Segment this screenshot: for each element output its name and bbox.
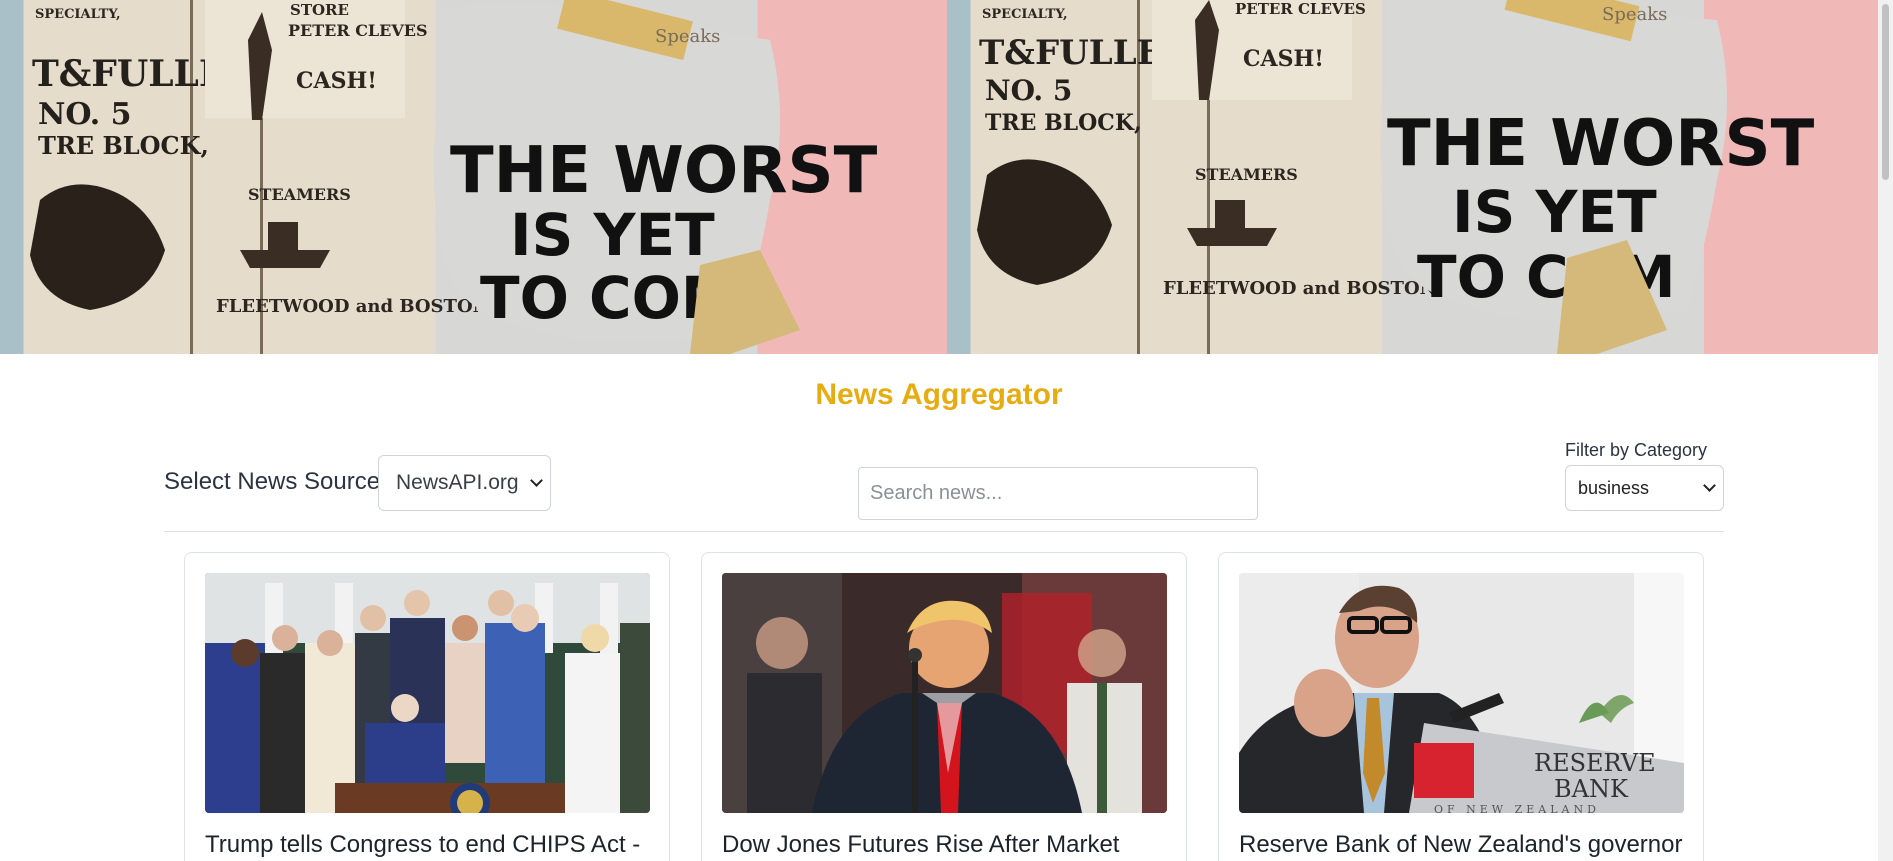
svg-text:CASH!: CASH!	[1243, 46, 1324, 72]
svg-text:TRE BLOCK,: TRE BLOCK,	[985, 110, 1142, 136]
svg-text:FLEETWOOD and BOSTONA: FLEETWOOD and BOSTONA	[1163, 278, 1451, 299]
svg-text:BANK: BANK	[1554, 775, 1629, 803]
page-scrollbar[interactable]	[1878, 0, 1893, 861]
svg-text:IS YET: IS YET	[510, 201, 715, 269]
controls-bar: Select News Source: NewsAPI.org Filter b…	[164, 440, 1724, 532]
search-input[interactable]	[858, 467, 1258, 520]
svg-text:THE WORST: THE WORST	[1387, 107, 1815, 181]
svg-text:NO. 5: NO. 5	[38, 97, 132, 132]
article-card[interactable]: Trump tells Congress to end CHIPS Act -	[184, 552, 670, 861]
page-title: News Aggregator	[815, 378, 1063, 411]
svg-text:RESERVE: RESERVE	[1534, 749, 1656, 777]
article-image[interactable]: RESERVE BANK OF NEW ZEALAND	[1239, 573, 1684, 813]
svg-text:PETER CLEVES: PETER CLEVES	[288, 21, 428, 40]
svg-text:TRE BLOCK,: TRE BLOCK,	[38, 131, 209, 160]
svg-text:IS YET: IS YET	[1452, 178, 1657, 246]
svg-text:SPECIALTY,: SPECIALTY,	[35, 7, 120, 22]
svg-text:Speaks: Speaks	[1602, 4, 1667, 25]
svg-text:PETER CLEVES: PETER CLEVES	[1235, 0, 1366, 18]
article-title[interactable]: Dow Jones Futures Rise After Market	[722, 831, 1172, 859]
category-filter-select[interactable]: business	[1565, 465, 1724, 511]
scrollbar-thumb[interactable]	[1882, 4, 1889, 180]
article-card[interactable]: Dow Jones Futures Rise After Market	[701, 552, 1187, 861]
category-filter-value: business	[1578, 477, 1650, 498]
svg-text:SPECIALTY,: SPECIALTY,	[982, 7, 1067, 22]
article-card[interactable]: RESERVE BANK OF NEW ZEALAND Reserve Bank…	[1218, 552, 1704, 861]
svg-text:STEAMERS: STEAMERS	[1195, 165, 1298, 184]
news-source-value: NewsAPI.org	[396, 471, 519, 494]
svg-text:FLEETWOOD and BOSTONA: FLEETWOOD and BOSTONA	[216, 296, 504, 317]
article-image[interactable]	[205, 573, 650, 813]
article-title[interactable]: Reserve Bank of New Zealand's governor	[1239, 831, 1689, 859]
svg-text:STEAMERS: STEAMERS	[248, 185, 351, 204]
hero-banner: SPECIALTY, T&FULLER NO. 5 TRE BLOCK, STO…	[0, 0, 1893, 354]
chevron-down-icon	[1703, 479, 1716, 492]
svg-text:STORE: STORE	[290, 1, 349, 19]
category-filter-label: Filter by Category	[1565, 440, 1708, 460]
svg-text:THE WORST: THE WORST	[450, 134, 878, 208]
svg-text:OF NEW ZEALAND: OF NEW ZEALAND	[1434, 803, 1600, 813]
article-title[interactable]: Trump tells Congress to end CHIPS Act -	[205, 831, 655, 859]
news-source-label: Select News Source:	[164, 468, 387, 495]
svg-text:Speaks: Speaks	[655, 26, 720, 47]
chevron-down-icon	[530, 474, 543, 487]
svg-text:NO. 5: NO. 5	[985, 74, 1072, 107]
article-image[interactable]	[722, 573, 1167, 813]
svg-text:CASH!: CASH!	[296, 68, 377, 94]
hero-image: SPECIALTY, T&FULLER NO. 5 TRE BLOCK, STO…	[0, 0, 947, 354]
news-source-select[interactable]: NewsAPI.org	[378, 455, 551, 511]
hero-image: SPECIALTY, T&FULLER NO. 5 TRE BLOCK, PET…	[946, 0, 1893, 354]
